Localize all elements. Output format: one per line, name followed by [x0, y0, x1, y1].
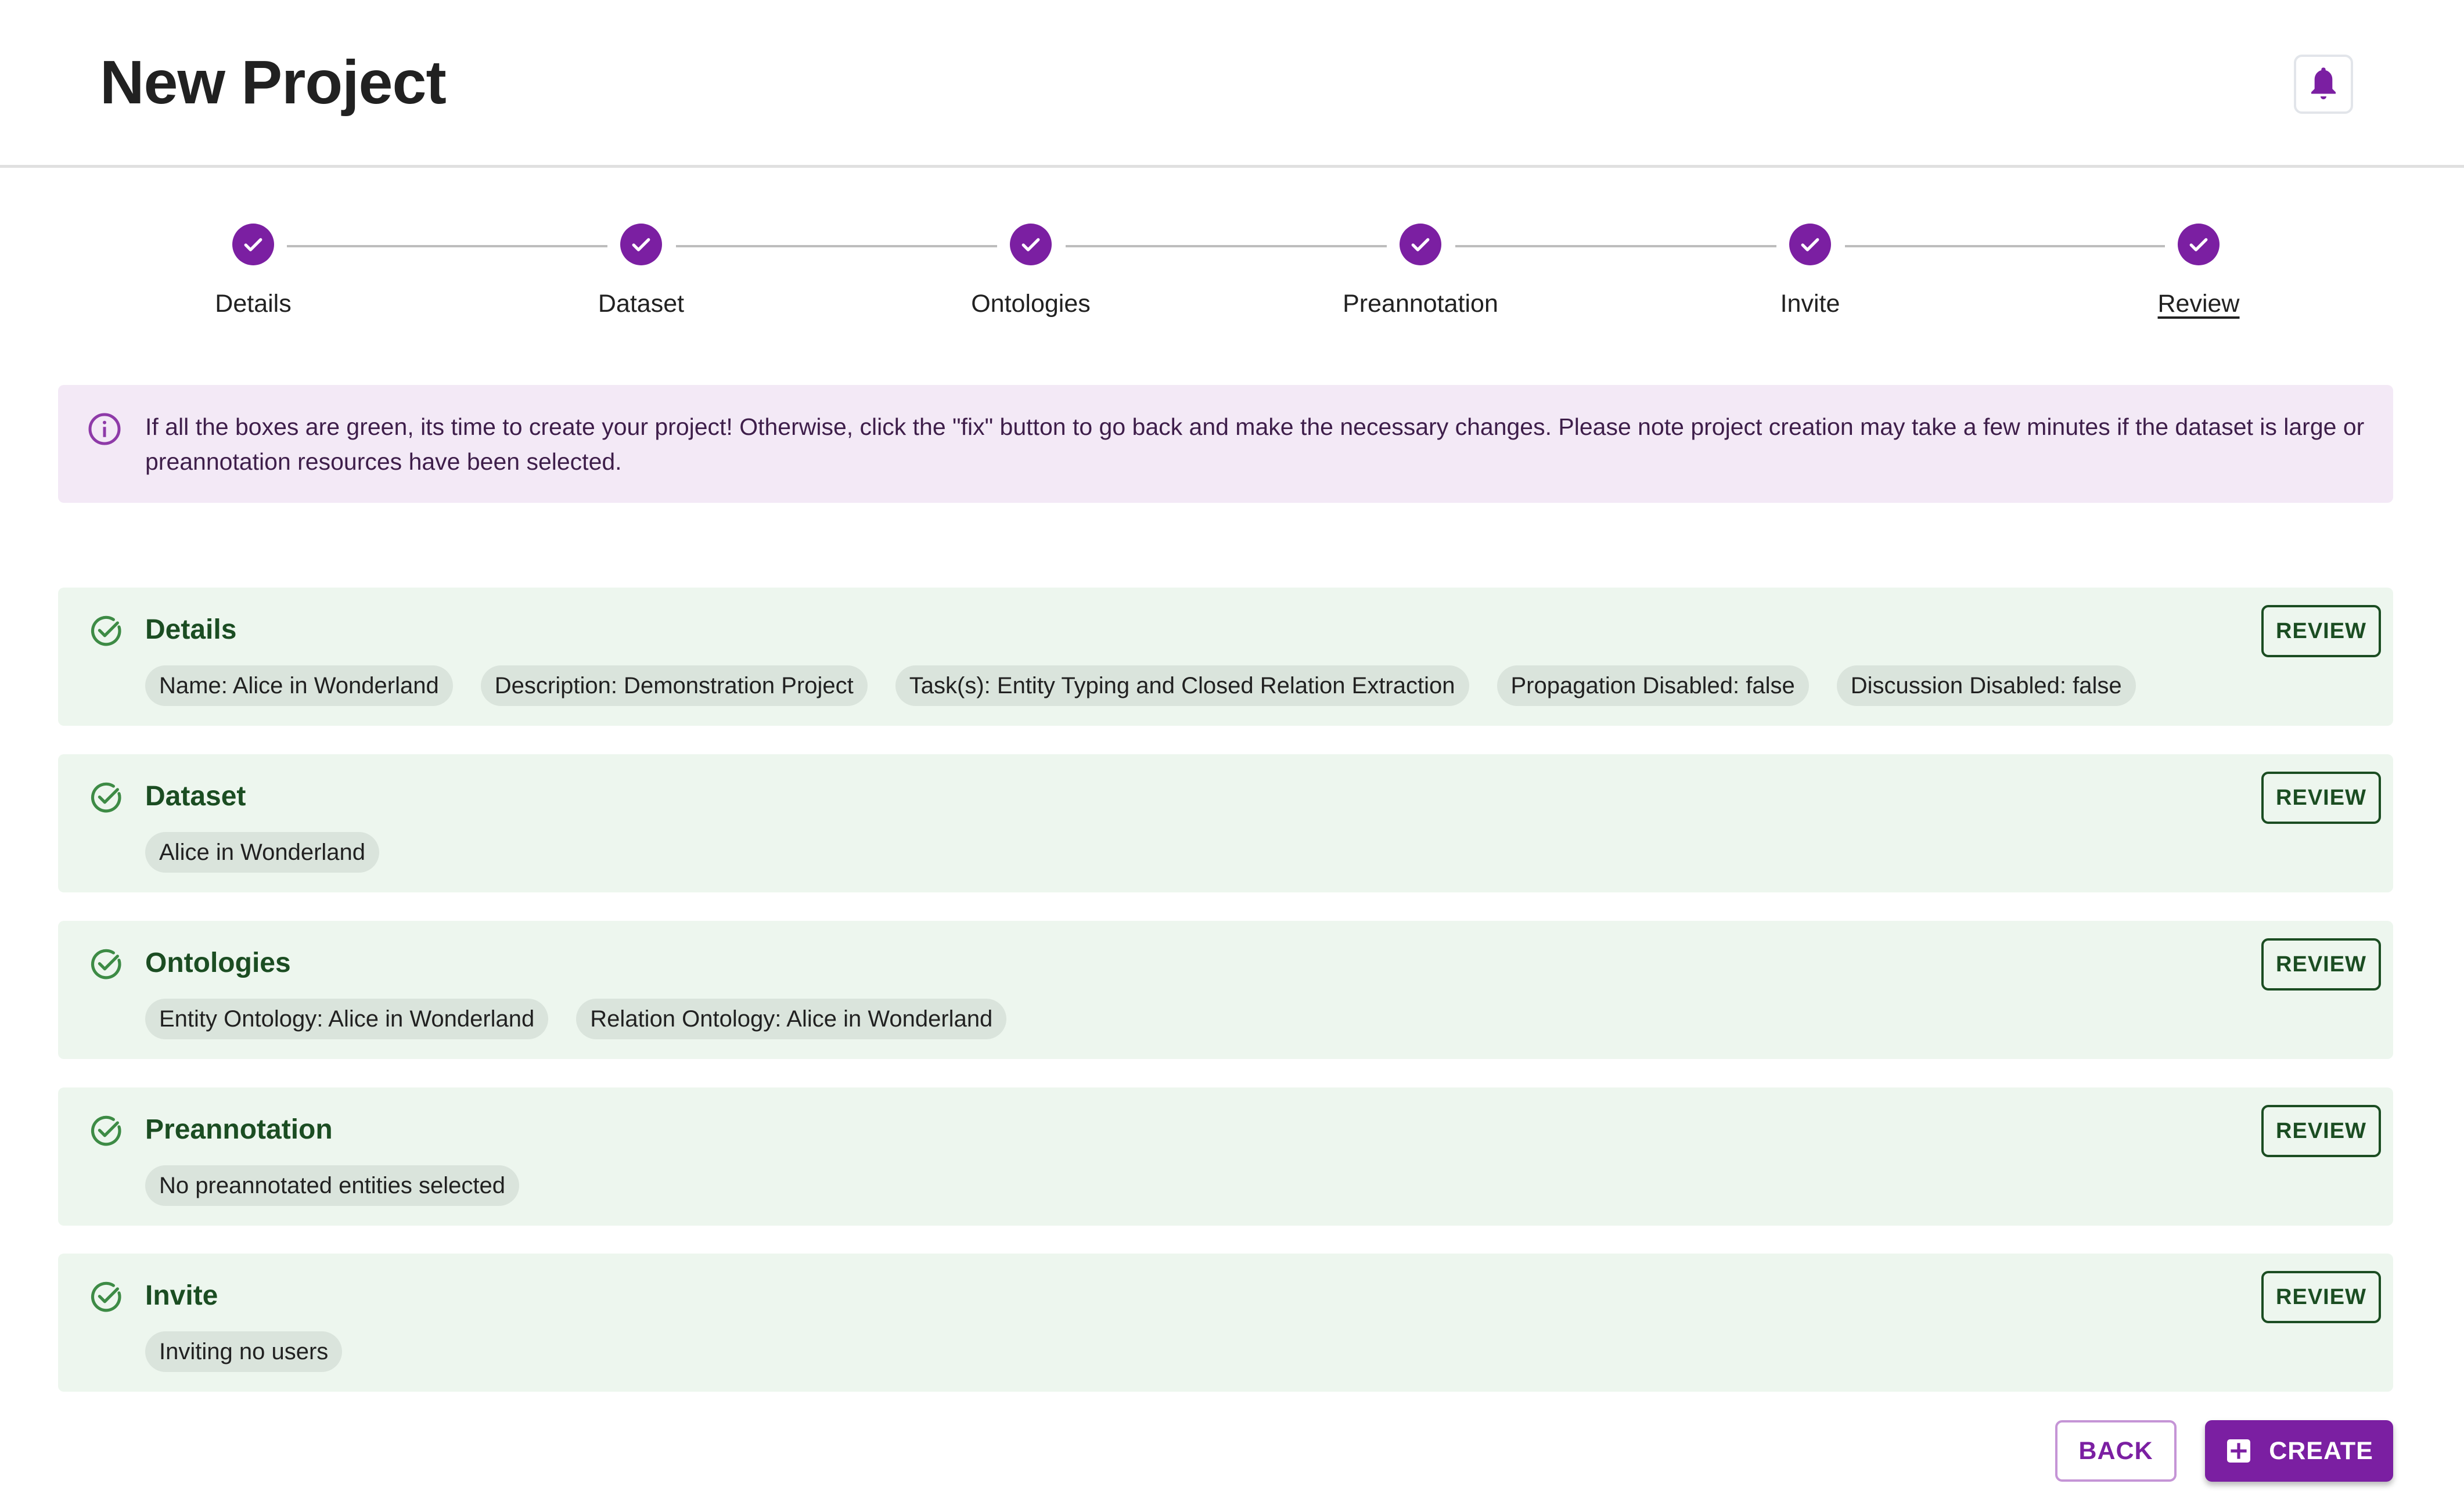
- step-complete-indicator: [2178, 224, 2220, 265]
- summary-chip: Task(s): Entity Typing and Closed Relati…: [895, 665, 1469, 706]
- step-complete-indicator: [232, 224, 274, 265]
- step-label-active: Review: [2157, 290, 2240, 318]
- step-complete-indicator: [620, 224, 662, 265]
- check-icon: [2189, 238, 2208, 251]
- check-icon: [1411, 238, 1430, 251]
- check-circle-icon: [91, 782, 121, 813]
- info-icon: [88, 413, 121, 445]
- review-section-dataset: Dataset Alice in Wonderland REVIEW: [58, 754, 2393, 892]
- check-circle-icon: [91, 1281, 121, 1312]
- step-complete-indicator: [1789, 224, 1831, 265]
- summary-chips: No preannotated entities selected: [145, 1165, 519, 1206]
- check-circle-icon: [91, 949, 121, 979]
- create-button-label: CREATE: [2269, 1436, 2373, 1465]
- section-title: Invite: [145, 1280, 218, 1311]
- review-section-preannotation: Preannotation No preannotated entities s…: [58, 1087, 2393, 1226]
- check-circle-icon: [91, 615, 121, 646]
- step-label: Details: [215, 290, 292, 318]
- step-label: Preannotation: [1343, 290, 1498, 318]
- back-button[interactable]: BACK: [2055, 1420, 2177, 1482]
- summary-chip: Alice in Wonderland: [145, 832, 380, 873]
- step-preannotation[interactable]: Preannotation: [1304, 224, 1537, 319]
- summary-chip: Name: Alice in Wonderland: [145, 665, 453, 706]
- section-title: Dataset: [145, 781, 246, 812]
- summary-chip: Propagation Disabled: false: [1497, 665, 1809, 706]
- check-icon: [1021, 238, 1040, 251]
- check-icon: [244, 238, 262, 251]
- info-message: If all the boxes are green, its time to …: [145, 413, 2365, 475]
- summary-chip: Entity Ontology: Alice in Wonderland: [145, 999, 549, 1039]
- section-title: Preannotation: [145, 1114, 333, 1145]
- step-label: Ontologies: [971, 290, 1091, 318]
- summary-chip: No preannotated entities selected: [145, 1165, 519, 1206]
- step-invite[interactable]: Invite: [1694, 224, 1926, 319]
- summary-chip: Description: Demonstration Project: [480, 665, 868, 706]
- summary-chips: Inviting no users: [145, 1331, 343, 1372]
- review-ontologies-button[interactable]: REVIEW: [2261, 938, 2381, 991]
- review-section-ontologies: Ontologies Entity Ontology: Alice in Won…: [58, 921, 2393, 1059]
- step-ontologies[interactable]: Ontologies: [915, 224, 1147, 319]
- step-dataset[interactable]: Dataset: [525, 224, 757, 319]
- section-title: Details: [145, 614, 237, 645]
- create-button[interactable]: CREATE: [2205, 1420, 2393, 1482]
- summary-chips: Name: Alice in Wonderland Description: De…: [145, 665, 2136, 706]
- info-alert: If all the boxes are green, its time to …: [58, 385, 2393, 503]
- summary-chips: Entity Ontology: Alice in Wonderland Rela…: [145, 999, 1007, 1039]
- review-section-details: Details Name: Alice in Wonderland Descrip…: [58, 588, 2393, 726]
- check-icon: [1801, 238, 1819, 251]
- review-invite-button[interactable]: REVIEW: [2261, 1271, 2381, 1323]
- section-title: Ontologies: [145, 948, 291, 978]
- step-label: Invite: [1780, 290, 1840, 318]
- progress-stepper: Details Dataset Ontologies Preannotation…: [0, 0, 2464, 360]
- step-label: Dataset: [598, 290, 685, 318]
- summary-chips: Alice in Wonderland: [145, 832, 380, 873]
- summary-chip: Inviting no users: [145, 1331, 343, 1372]
- review-dataset-button[interactable]: REVIEW: [2261, 772, 2381, 824]
- summary-chip: Discussion Disabled: false: [1836, 665, 2136, 706]
- check-icon: [632, 238, 650, 251]
- step-complete-indicator: [1400, 224, 1441, 265]
- review-details-button[interactable]: REVIEW: [2261, 605, 2381, 657]
- review-section-invite: Invite Inviting no users REVIEW: [58, 1254, 2393, 1392]
- review-preannotation-button[interactable]: REVIEW: [2261, 1105, 2381, 1157]
- step-details[interactable]: Details: [137, 224, 369, 319]
- summary-chip: Relation Ontology: Alice in Wonderland: [576, 999, 1007, 1039]
- add-box-icon: [2227, 1439, 2251, 1463]
- step-review[interactable]: Review: [2082, 224, 2315, 319]
- check-circle-icon: [91, 1115, 121, 1146]
- step-complete-indicator: [1010, 224, 1052, 265]
